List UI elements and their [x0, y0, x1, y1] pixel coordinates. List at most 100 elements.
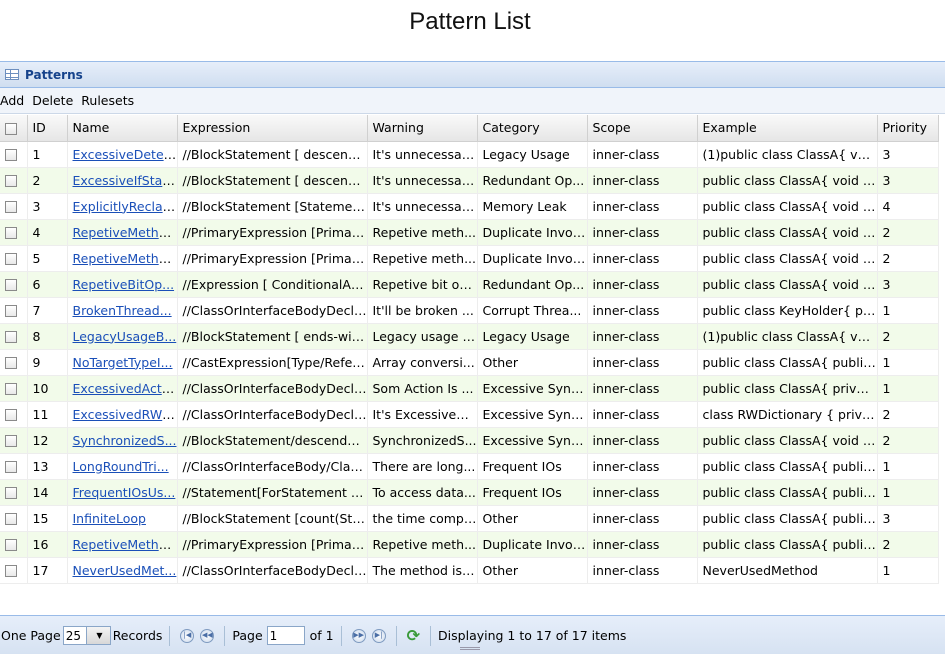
table-row[interactable]: 9 NoTargetTypeI... //CastExpression[Type/R…: [0, 349, 939, 376]
pattern-name-link[interactable]: ExplicitlyReclai...: [73, 199, 177, 214]
rulesets-button[interactable]: Rulesets: [81, 93, 138, 108]
table-row[interactable]: 11 ExcessivedRWL...//ClassOrInterfaceBody…: [0, 401, 939, 428]
row-select-cell[interactable]: [0, 375, 28, 402]
cell-category: Excessive Sync...: [477, 401, 588, 428]
row-checkbox[interactable]: [5, 201, 17, 213]
add-button[interactable]: Add: [0, 93, 28, 108]
last-page-icon[interactable]: ▶|: [371, 628, 386, 643]
row-select-cell[interactable]: [0, 219, 28, 246]
pattern-name-link[interactable]: ExcessivedRWL...: [73, 407, 177, 422]
table-row[interactable]: 15 InfiniteLoop //BlockStatement [count(St…: [0, 505, 939, 532]
column-header-name[interactable]: Name: [67, 115, 178, 142]
cell-example: public class ClassA{ public ...: [697, 531, 878, 558]
row-checkbox[interactable]: [5, 409, 17, 421]
pattern-name-link[interactable]: NoTargetTypeI...: [73, 355, 173, 370]
table-row[interactable]: 8 LegacyUsageB...//BlockStatement [ ends-…: [0, 323, 939, 350]
row-select-cell[interactable]: [0, 271, 28, 298]
table-row[interactable]: 1 ExcessiveDetec...//BlockStatement [ des…: [0, 141, 939, 168]
page-size-select[interactable]: 25 ▼: [62, 626, 111, 645]
cell-scope: inner-class: [587, 531, 698, 558]
resize-grip[interactable]: [460, 647, 480, 650]
row-checkbox[interactable]: [5, 539, 17, 551]
row-checkbox[interactable]: [5, 383, 17, 395]
column-header-scope[interactable]: Scope: [587, 115, 698, 142]
cell-id: 16: [27, 531, 68, 558]
row-select-cell[interactable]: [0, 245, 28, 272]
column-header-id[interactable]: ID: [27, 115, 79, 142]
table-row[interactable]: 14 FrequentIOsUs...//Statement[ForStateme…: [0, 479, 939, 506]
delete-button[interactable]: Delete: [32, 93, 77, 108]
pattern-name-link[interactable]: RepetiveBitOp...: [73, 277, 175, 292]
row-select-cell[interactable]: [0, 505, 28, 532]
table-row[interactable]: 17 NeverUsedMet...//ClassOrInterfaceBodyD…: [0, 557, 939, 584]
table-row[interactable]: 12 SynchronizedS...//BlockStatement/desce…: [0, 427, 939, 454]
row-checkbox[interactable]: [5, 565, 17, 577]
cell-name: RepetiveMetho...: [67, 219, 178, 246]
table-row[interactable]: 13 LongRoundTri... //ClassOrInterfaceBody/…: [0, 453, 939, 480]
grid-body: 1 ExcessiveDetec...//BlockStatement [ des…: [0, 141, 939, 584]
row-checkbox[interactable]: [5, 175, 17, 187]
row-select-cell[interactable]: [0, 141, 28, 168]
table-row[interactable]: 5 RepetiveMetho...//PrimaryExpression [Pr…: [0, 245, 939, 272]
pattern-name-link[interactable]: LegacyUsageB...: [73, 329, 177, 344]
next-page-icon[interactable]: ▶▶: [351, 628, 366, 643]
row-checkbox[interactable]: [5, 253, 17, 265]
pattern-name-link[interactable]: SynchronizedS...: [73, 433, 177, 448]
row-select-cell[interactable]: [0, 531, 28, 558]
table-row[interactable]: 6 RepetiveBitOp...//Expression [ Conditio…: [0, 271, 939, 298]
pattern-name-link[interactable]: RepetiveMetho...: [73, 225, 177, 240]
pattern-name-link[interactable]: LongRoundTri...: [73, 459, 169, 474]
column-header-example[interactable]: Example: [697, 115, 878, 142]
column-header-category[interactable]: Category: [477, 115, 588, 142]
chevron-down-icon[interactable]: ▼: [86, 627, 110, 644]
row-select-cell[interactable]: [0, 193, 28, 220]
cell-id: 14: [27, 479, 68, 506]
row-select-cell[interactable]: [0, 453, 28, 480]
cell-category: Redundant Op...: [477, 271, 588, 298]
page-number-input[interactable]: [266, 626, 305, 645]
pattern-name-link[interactable]: RepetiveMetho...: [73, 251, 177, 266]
row-select-cell[interactable]: [0, 349, 28, 376]
pattern-name-link[interactable]: ExcessiveDetec...: [73, 147, 177, 162]
pattern-name-link[interactable]: InfiniteLoop: [73, 511, 146, 526]
row-select-cell[interactable]: [0, 557, 28, 584]
row-checkbox[interactable]: [5, 305, 17, 317]
row-checkbox[interactable]: [5, 435, 17, 447]
pattern-name-link[interactable]: BrokenThread...: [73, 303, 172, 318]
column-header-priority[interactable]: Priority: [877, 115, 939, 142]
row-checkbox[interactable]: [5, 513, 17, 525]
select-all-checkbox[interactable]: [5, 122, 17, 135]
row-select-cell[interactable]: [0, 167, 28, 194]
row-select-cell[interactable]: [0, 479, 28, 506]
table-row[interactable]: 3 ExplicitlyReclai...//BlockStatement [St…: [0, 193, 939, 220]
row-checkbox[interactable]: [5, 331, 17, 343]
prev-page-icon[interactable]: ◀◀: [200, 628, 215, 643]
cell-scope: inner-class: [587, 453, 698, 480]
column-header-warning[interactable]: Warning: [367, 115, 478, 142]
row-select-cell[interactable]: [0, 401, 28, 428]
row-checkbox[interactable]: [5, 149, 17, 161]
row-checkbox[interactable]: [5, 461, 17, 473]
row-checkbox[interactable]: [5, 279, 17, 291]
table-row[interactable]: 2 ExcessiveIfStat...//BlockStatement [ de…: [0, 167, 939, 194]
row-select-cell[interactable]: [0, 323, 28, 350]
row-checkbox[interactable]: [5, 357, 17, 369]
table-row[interactable]: 4 RepetiveMetho...//PrimaryExpression [Pr…: [0, 219, 939, 246]
first-page-icon[interactable]: |◀: [180, 628, 195, 643]
table-row[interactable]: 7 BrokenThread... //ClassOrInterfaceBodyDe…: [0, 297, 939, 324]
row-select-cell[interactable]: [0, 297, 28, 324]
row-checkbox[interactable]: [5, 487, 17, 499]
pattern-name-link[interactable]: RepetiveMetho...: [73, 537, 177, 552]
row-checkbox[interactable]: [5, 227, 17, 239]
refresh-icon[interactable]: ⟳: [407, 626, 420, 645]
pattern-name-link[interactable]: FrequentIOsUs...: [73, 485, 176, 500]
pattern-name-link[interactable]: ExcessivedActi...: [73, 381, 177, 396]
column-header-expression[interactable]: Expression: [177, 115, 368, 142]
page-count-label: of 1: [309, 628, 334, 643]
pattern-name-link[interactable]: NeverUsedMet...: [73, 563, 177, 578]
select-all-header[interactable]: [0, 115, 28, 142]
table-row[interactable]: 16 RepetiveMetho...//PrimaryExpression [P…: [0, 531, 939, 558]
table-row[interactable]: 10 ExcessivedActi...//ClassOrInterfaceBod…: [0, 375, 939, 402]
row-select-cell[interactable]: [0, 427, 28, 454]
pattern-name-link[interactable]: ExcessiveIfStat...: [73, 173, 177, 188]
